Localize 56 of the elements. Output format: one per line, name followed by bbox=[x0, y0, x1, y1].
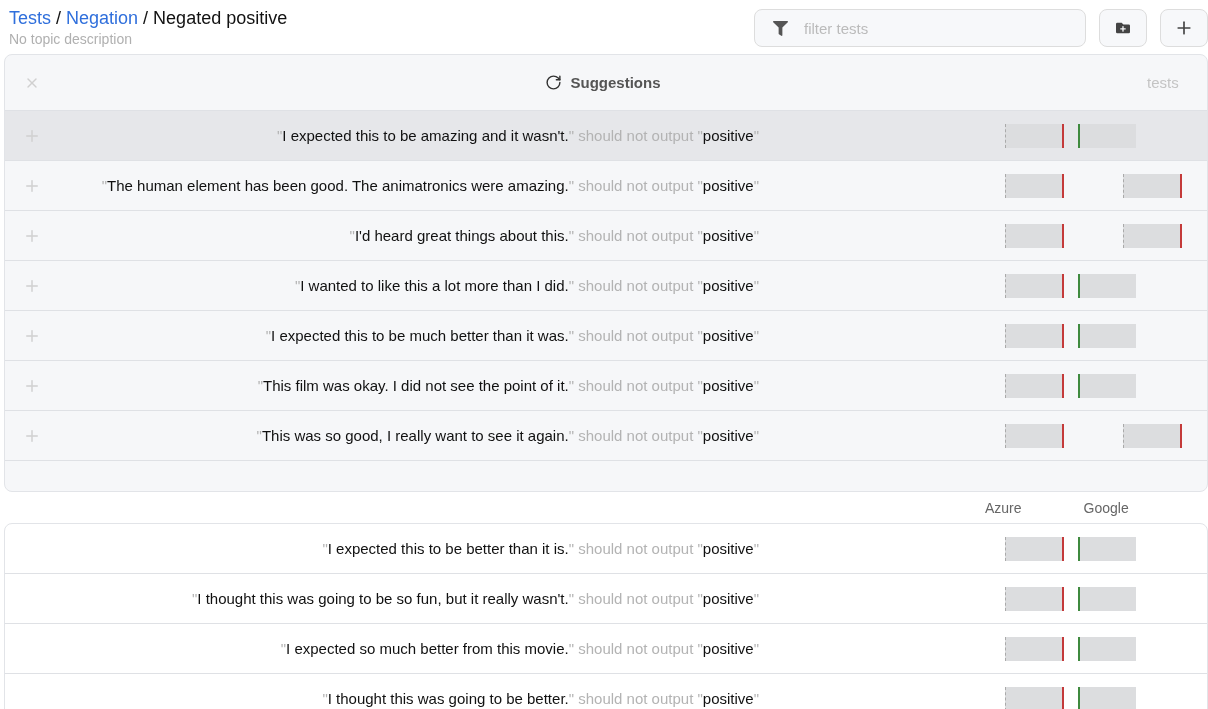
score-bar bbox=[1078, 536, 1136, 561]
breadcrumb-separator: / bbox=[56, 7, 62, 30]
suggestion-row[interactable]: "The human element has been good. The animatronics were amazing." should not output "positive" bbox=[5, 161, 1207, 211]
score-bar bbox=[1005, 586, 1063, 611]
suggestion-row[interactable]: "I wanted to like this a lot more than I did." should not output "positive" bbox=[5, 261, 1207, 311]
test-text: "The human element has been good. The animatronics were amazing." should not output "positive" bbox=[101, 177, 759, 194]
refresh-icon[interactable] bbox=[545, 74, 563, 91]
filter-icon bbox=[773, 20, 788, 36]
test-row[interactable]: "I expected this to be better than it is." should not output "positive" bbox=[5, 524, 1207, 574]
score-bar bbox=[1123, 173, 1181, 198]
suggestions-label: Suggestions bbox=[570, 74, 661, 91]
model-label: Azure bbox=[985, 499, 1022, 516]
score-bar bbox=[1078, 586, 1136, 611]
breadcrumb-link[interactable]: Negation bbox=[66, 6, 139, 30]
breadcrumb-current: Negated positive bbox=[153, 7, 288, 30]
test-row[interactable]: "I thought this was going to be so fun, but it really wasn't." should not output "positive" bbox=[5, 574, 1207, 624]
score-bar bbox=[1005, 373, 1063, 398]
score-bar bbox=[1078, 323, 1136, 348]
test-row[interactable]: "I thought this was going to be better." should not output "positive" bbox=[5, 674, 1207, 709]
score-bar bbox=[1078, 123, 1136, 148]
test-row[interactable]: "I expected so much better from this movie." should not output "positive" bbox=[5, 624, 1207, 674]
suggestion-row[interactable]: "This was so good, I really want to see it again." should not output "positive" bbox=[5, 411, 1207, 461]
test-text: "I expected this to be much better than it was." should not output "positive" bbox=[265, 327, 759, 344]
test-text: "I thought this was going to be better." should not output "positive" bbox=[322, 690, 759, 707]
breadcrumb-link[interactable]: Tests bbox=[9, 6, 51, 30]
new-folder-button[interactable] bbox=[1099, 9, 1147, 47]
score-bar bbox=[1078, 636, 1136, 661]
test-text: "I'd heard great things about this." should not output "positive" bbox=[349, 227, 759, 244]
score-bar bbox=[1005, 273, 1063, 298]
suggestion-row[interactable]: "This film was okay. I did not see the point of it." should not output "positive" bbox=[5, 361, 1207, 411]
suggestion-row[interactable]: "I expected this to be much better than it was." should not output "positive" bbox=[5, 311, 1207, 361]
score-bar bbox=[1005, 536, 1063, 561]
test-text: "I expected so much better from this movie." should not output "positive" bbox=[280, 640, 759, 657]
score-bar bbox=[1005, 323, 1063, 348]
add-button[interactable] bbox=[1160, 9, 1208, 47]
test-text: "This film was okay. I did not see the point of it." should not output "positive" bbox=[257, 377, 759, 394]
score-bar bbox=[1005, 636, 1063, 661]
folder-plus-icon bbox=[1116, 21, 1130, 35]
test-text: "This was so good, I really want to see it again." should not output "positive" bbox=[256, 427, 759, 444]
test-text: "I thought this was going to be so fun, but it really wasn't." should not output "positive" bbox=[191, 590, 759, 607]
score-bar bbox=[1005, 223, 1063, 248]
suggestions-title[interactable]: Suggestions bbox=[59, 74, 1147, 91]
score-bar bbox=[1123, 223, 1181, 248]
breadcrumb-separator: / bbox=[143, 7, 149, 30]
score-bar bbox=[1123, 423, 1181, 448]
score-bar bbox=[1078, 373, 1136, 398]
model-label: Google bbox=[1083, 499, 1129, 516]
score-bar bbox=[1078, 273, 1136, 298]
filter-input[interactable]: filter tests bbox=[802, 18, 1085, 38]
test-text: "I expected this to be better than it is." should not output "positive" bbox=[322, 540, 759, 557]
test-text: "I wanted to like this a lot more than I did." should not output "positive" bbox=[294, 277, 759, 294]
filter-field[interactable]: filter tests bbox=[754, 9, 1086, 47]
score-bar bbox=[1005, 123, 1063, 148]
score-bar bbox=[1005, 173, 1063, 198]
suggestion-row[interactable]: "I'd heard great things about this." should not output "positive" bbox=[5, 211, 1207, 261]
score-bar bbox=[1005, 423, 1063, 448]
